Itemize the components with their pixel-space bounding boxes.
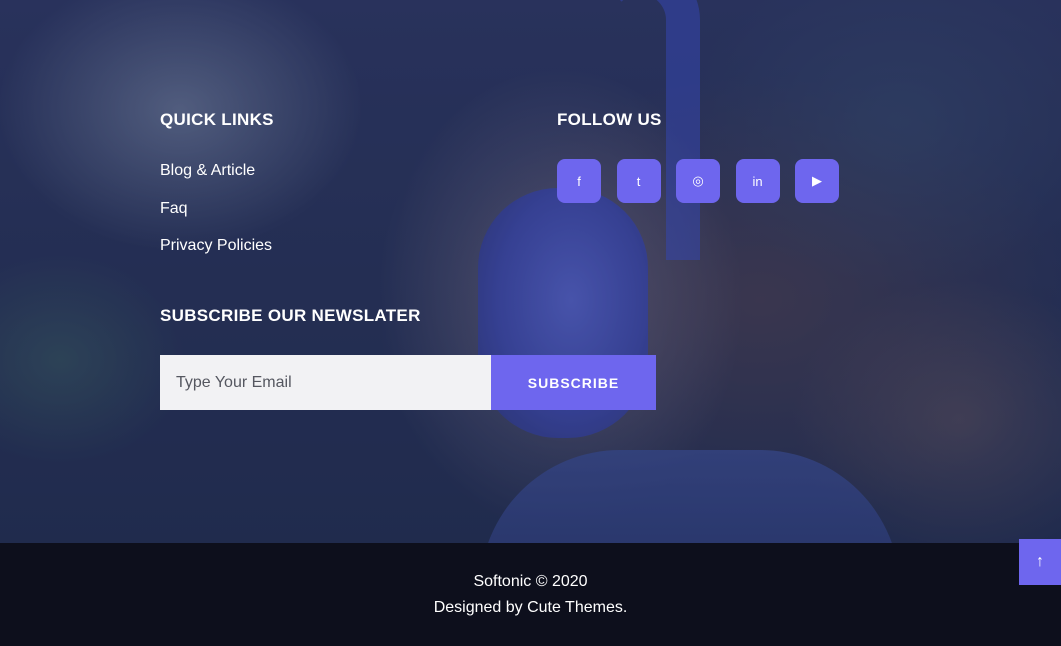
facebook-icon: f	[577, 173, 581, 189]
cute-themes-link[interactable]: Cute Themes	[527, 599, 623, 616]
list-item: Privacy Policies	[160, 237, 272, 275]
follow-us-heading: FOLLOW US	[557, 110, 662, 129]
email-input[interactable]	[160, 355, 491, 410]
newsletter-form: SUBSCRIBE	[160, 355, 656, 410]
linkedin-icon: in	[752, 173, 763, 189]
designed-by-text: Designed by Cute Themes.	[0, 599, 1061, 617]
designed-by-suffix: .	[622, 599, 628, 616]
newsletter-heading: SUBSCRIBE OUR NEWSLATER	[160, 306, 421, 325]
list-item: Blog & Article	[160, 162, 272, 200]
copyright-text: Softonic © 2020	[473, 573, 588, 590]
quick-links-heading: QUICK LINKS	[160, 110, 274, 129]
instagram-button[interactable]: ◎	[676, 159, 720, 203]
privacy-policies-link[interactable]: Privacy Policies	[160, 237, 272, 254]
footer-bottom-bar: Softonic © 2020 Designed by Cute Themes.	[0, 543, 1061, 646]
twitter-button[interactable]: t	[616, 159, 661, 203]
twitter-icon: t	[636, 173, 641, 189]
arrow-up-icon: ↑	[1036, 553, 1044, 570]
youtube-icon: ▶	[812, 173, 822, 188]
quick-links-list: Blog & Article Faq Privacy Policies	[160, 162, 272, 275]
blog-article-link[interactable]: Blog & Article	[160, 162, 255, 179]
scroll-to-top-button[interactable]: ↑	[1019, 539, 1061, 585]
linkedin-button[interactable]: in	[735, 159, 780, 203]
youtube-button[interactable]: ▶	[795, 159, 839, 203]
social-links: f t ◎ in ▶	[557, 159, 839, 203]
facebook-button[interactable]: f	[557, 159, 601, 203]
footer-hero: QUICK LINKS Blog & Article Faq Privacy P…	[0, 0, 1061, 543]
list-item: Faq	[160, 200, 272, 238]
subscribe-button[interactable]: SUBSCRIBE	[491, 355, 656, 410]
instagram-icon: ◎	[692, 173, 704, 188]
faq-link[interactable]: Faq	[160, 200, 188, 217]
designed-by-prefix: Designed by	[433, 599, 528, 616]
